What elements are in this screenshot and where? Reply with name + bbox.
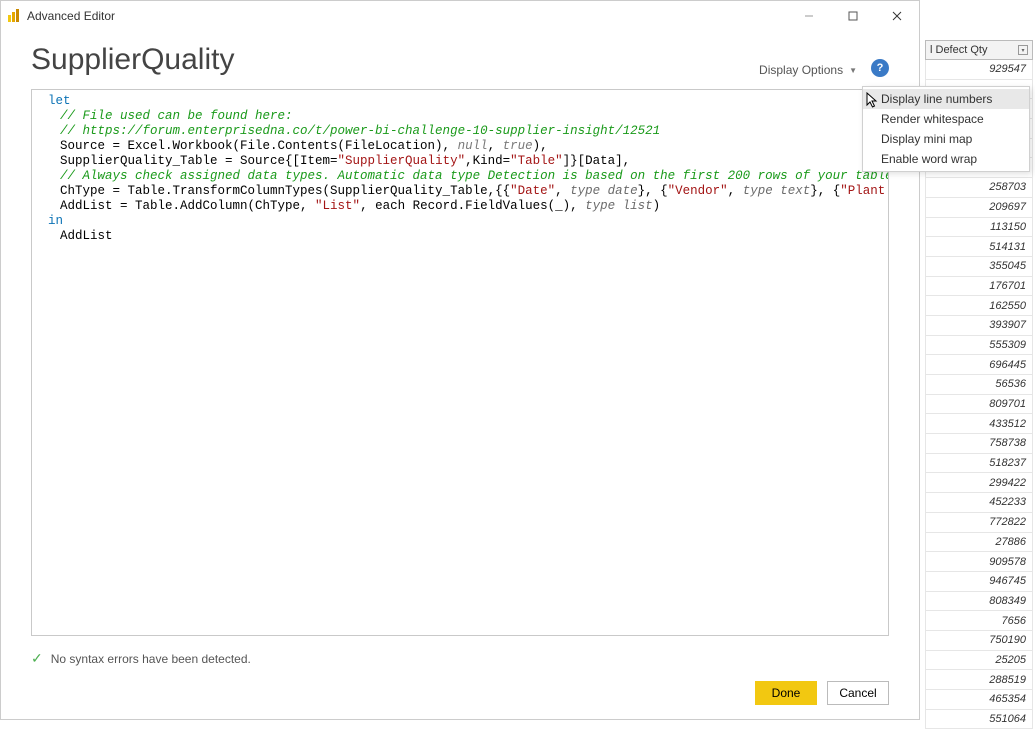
display-options-menu: Display line numbers Render whitespace D… xyxy=(862,86,1030,172)
query-name: SupplierQuality xyxy=(31,43,759,77)
data-cell[interactable]: 696445 xyxy=(925,355,1033,375)
help-icon[interactable]: ? xyxy=(871,59,889,77)
data-cell[interactable]: 393907 xyxy=(925,316,1033,336)
data-cell[interactable]: 518237 xyxy=(925,454,1033,474)
menu-enable-word-wrap[interactable]: Enable word wrap xyxy=(863,149,1029,169)
data-cell[interactable]: 555309 xyxy=(925,336,1033,356)
data-cell[interactable]: 27886 xyxy=(925,533,1033,553)
data-cell[interactable]: 176701 xyxy=(925,277,1033,297)
data-cell[interactable]: 113150 xyxy=(925,218,1033,238)
column-header-label: l Defect Qty xyxy=(930,44,987,56)
data-cell[interactable]: 809701 xyxy=(925,395,1033,415)
minimize-button[interactable] xyxy=(787,1,831,31)
titlebar: Advanced Editor xyxy=(1,1,919,31)
advanced-editor-window: Advanced Editor SupplierQuality Display … xyxy=(0,0,920,720)
data-cell[interactable]: 551064 xyxy=(925,710,1033,729)
maximize-button[interactable] xyxy=(831,1,875,31)
column-header[interactable]: l Defect Qty ▾ xyxy=(925,40,1033,60)
data-cell[interactable]: 162550 xyxy=(925,296,1033,316)
chevron-down-icon: ▼ xyxy=(849,66,857,75)
data-cell[interactable]: 452233 xyxy=(925,493,1033,513)
column-dropdown-icon[interactable]: ▾ xyxy=(1018,45,1028,55)
cancel-button[interactable]: Cancel xyxy=(827,681,889,705)
window-title: Advanced Editor xyxy=(27,9,787,23)
close-button[interactable] xyxy=(875,1,919,31)
data-cell[interactable]: 758738 xyxy=(925,434,1033,454)
code-editor[interactable]: let// File used can be found here:// htt… xyxy=(32,90,888,635)
data-cell[interactable]: 288519 xyxy=(925,670,1033,690)
data-cell[interactable]: 56536 xyxy=(925,375,1033,395)
done-button[interactable]: Done xyxy=(755,681,817,705)
data-cell[interactable]: 258703 xyxy=(925,178,1033,198)
check-icon: ✓ xyxy=(31,650,43,667)
powerbi-icon xyxy=(7,9,21,23)
display-options-dropdown[interactable]: Display Options ▼ xyxy=(759,63,857,77)
data-cell[interactable]: 750190 xyxy=(925,631,1033,651)
data-cell[interactable]: 929547 xyxy=(925,60,1033,80)
data-cell[interactable]: 465354 xyxy=(925,690,1033,710)
data-cell[interactable]: 772822 xyxy=(925,513,1033,533)
data-cell[interactable]: 909578 xyxy=(925,552,1033,572)
data-cell[interactable]: 209697 xyxy=(925,198,1033,218)
data-cell[interactable]: 808349 xyxy=(925,592,1033,612)
data-cell[interactable]: 7656 xyxy=(925,611,1033,631)
data-cell[interactable]: 25205 xyxy=(925,651,1033,671)
display-options-label: Display Options xyxy=(759,63,843,77)
status-text: No syntax errors have been detected. xyxy=(51,652,251,666)
menu-display-mini-map[interactable]: Display mini map xyxy=(863,129,1029,149)
data-cell[interactable]: 946745 xyxy=(925,572,1033,592)
menu-display-line-numbers[interactable]: Display line numbers xyxy=(863,89,1029,109)
status-bar: ✓ No syntax errors have been detected. xyxy=(1,642,919,675)
data-cell[interactable]: 355045 xyxy=(925,257,1033,277)
data-cell[interactable]: 514131 xyxy=(925,237,1033,257)
data-cell[interactable]: 433512 xyxy=(925,414,1033,434)
data-cell[interactable]: 299422 xyxy=(925,473,1033,493)
menu-render-whitespace[interactable]: Render whitespace xyxy=(863,109,1029,129)
